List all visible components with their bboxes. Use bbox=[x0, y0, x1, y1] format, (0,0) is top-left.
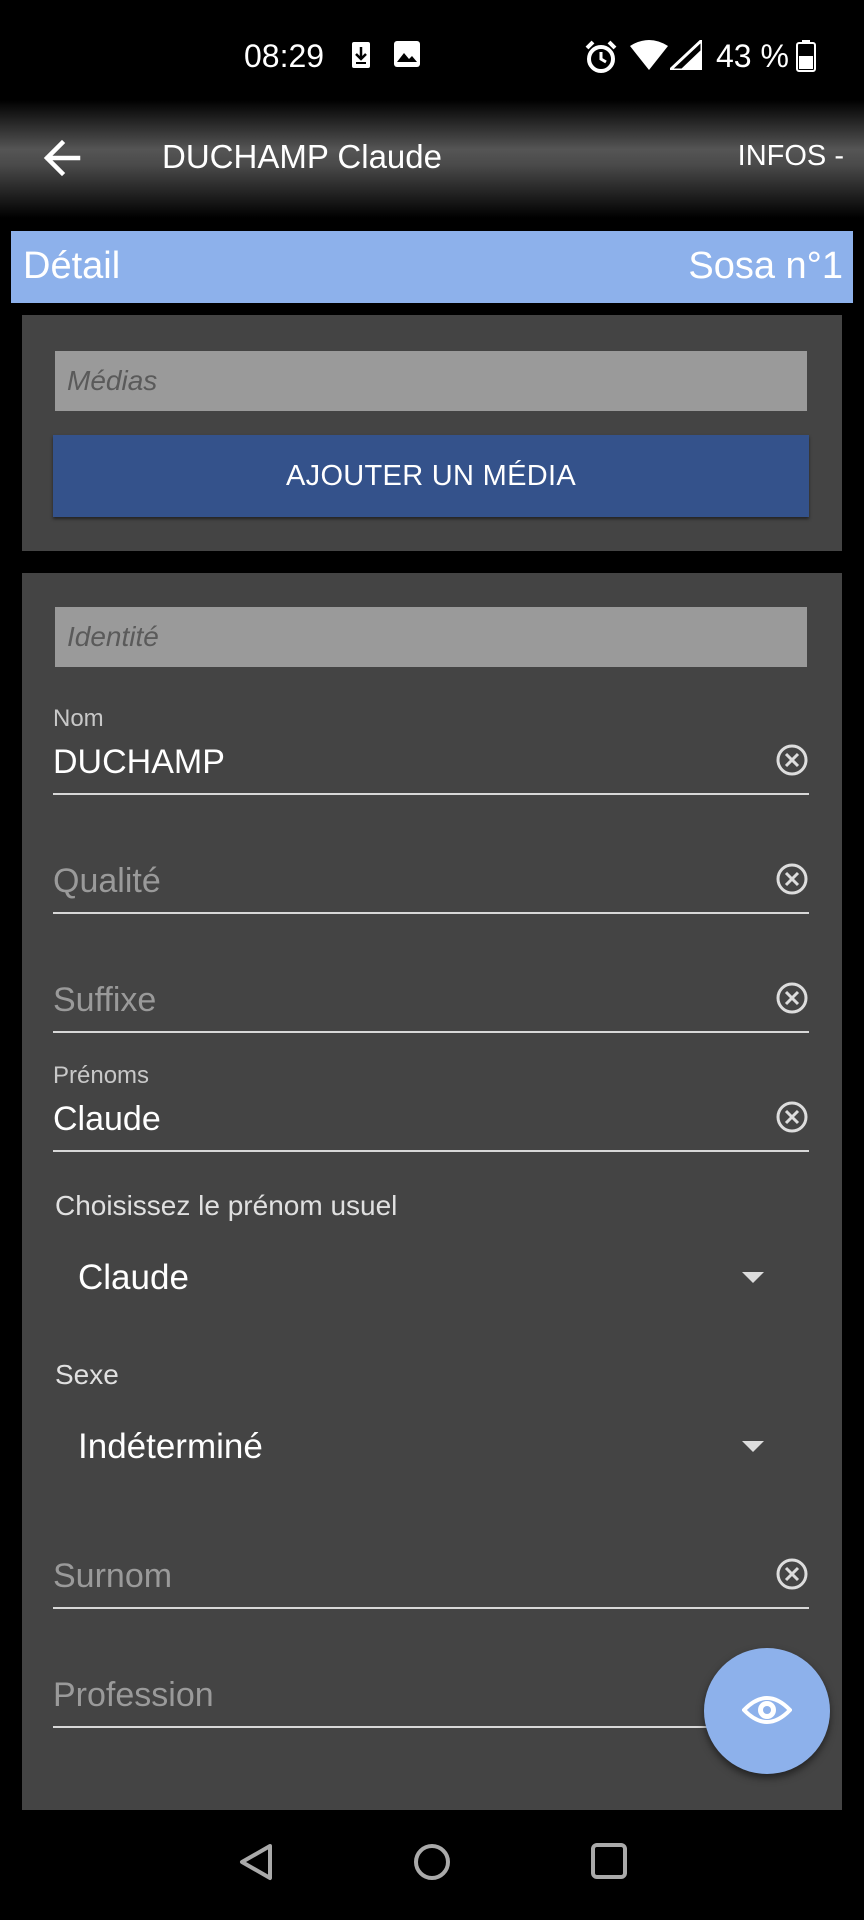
signal-icon bbox=[666, 36, 704, 75]
identity-card: Identité Nom DUCHAMP Qualité Suffixe Pré… bbox=[22, 573, 842, 1810]
scroll-content[interactable]: Médias AJOUTER UN MÉDIA Identité Nom DUC… bbox=[0, 303, 864, 1810]
nom-label: Nom bbox=[53, 705, 104, 732]
recents-square-icon[interactable] bbox=[590, 1842, 628, 1885]
eye-icon bbox=[742, 1696, 792, 1724]
surnom-underline bbox=[53, 1607, 809, 1609]
clear-icon[interactable] bbox=[775, 1557, 809, 1591]
profession-field[interactable]: Profession bbox=[53, 1638, 809, 1728]
media-card: Médias AJOUTER UN MÉDIA bbox=[22, 315, 842, 551]
prenom-usuel-value[interactable]: Claude bbox=[78, 1258, 189, 1298]
home-circle-icon[interactable] bbox=[412, 1842, 452, 1887]
nom-value[interactable]: DUCHAMP bbox=[53, 743, 225, 782]
suffixe-underline bbox=[53, 1031, 809, 1033]
dropdown-arrow-icon[interactable] bbox=[742, 1441, 764, 1452]
prenoms-underline bbox=[53, 1150, 809, 1152]
prenom-usuel-select[interactable]: Claude bbox=[53, 1242, 809, 1312]
download-icon bbox=[350, 40, 372, 75]
app-title: DUCHAMP Claude bbox=[162, 138, 442, 175]
infos-menu-button[interactable]: INFOS - bbox=[738, 140, 844, 173]
clear-icon[interactable] bbox=[775, 862, 809, 896]
back-triangle-icon[interactable] bbox=[238, 1842, 274, 1887]
system-nav-bar bbox=[0, 1810, 864, 1920]
clear-icon[interactable] bbox=[775, 981, 809, 1015]
surnom-placeholder[interactable]: Surnom bbox=[53, 1557, 172, 1596]
sexe-label: Sexe bbox=[55, 1359, 119, 1390]
detail-title: Détail bbox=[23, 245, 121, 287]
qualite-underline bbox=[53, 912, 809, 914]
image-icon bbox=[393, 40, 421, 73]
prenoms-label: Prénoms bbox=[53, 1062, 150, 1089]
prenoms-field[interactable]: Prénoms Claude bbox=[53, 1062, 809, 1152]
suffixe-field[interactable]: Suffixe bbox=[53, 943, 809, 1033]
arrow-left-icon bbox=[43, 139, 81, 177]
nom-field[interactable]: Nom DUCHAMP bbox=[53, 705, 809, 795]
detail-header: Détail Sosa n°1 bbox=[11, 231, 853, 303]
app-bar: DUCHAMP Claude INFOS - bbox=[0, 100, 864, 218]
alarm-icon bbox=[584, 40, 618, 79]
back-button[interactable] bbox=[38, 132, 90, 184]
profession-placeholder[interactable]: Profession bbox=[53, 1676, 214, 1715]
profession-underline bbox=[53, 1726, 809, 1728]
add-media-button[interactable]: AJOUTER UN MÉDIA bbox=[53, 435, 809, 517]
sosa-number: Sosa n°1 bbox=[688, 245, 843, 287]
prenom-usuel-label: Choisissez le prénom usuel bbox=[55, 1190, 398, 1221]
status-bar: 08:29 43 % bbox=[0, 0, 864, 110]
battery-percent: 43 % bbox=[716, 38, 789, 74]
status-time: 08:29 bbox=[244, 38, 325, 74]
sexe-select[interactable]: Indéterminé bbox=[53, 1411, 809, 1481]
clear-icon[interactable] bbox=[775, 743, 809, 777]
wifi-icon bbox=[630, 40, 668, 75]
preview-fab-button[interactable] bbox=[704, 1648, 830, 1774]
suffixe-placeholder[interactable]: Suffixe bbox=[53, 981, 156, 1020]
clear-icon[interactable] bbox=[775, 1100, 809, 1134]
prenoms-value[interactable]: Claude bbox=[53, 1100, 161, 1139]
battery-icon bbox=[796, 40, 816, 77]
dropdown-arrow-icon[interactable] bbox=[742, 1272, 764, 1283]
media-section-title: Médias bbox=[67, 365, 158, 396]
identity-section-header: Identité bbox=[55, 607, 807, 667]
surnom-field[interactable]: Surnom bbox=[53, 1519, 809, 1609]
sexe-value[interactable]: Indéterminé bbox=[78, 1427, 263, 1467]
qualite-placeholder[interactable]: Qualité bbox=[53, 862, 161, 901]
identity-section-title: Identité bbox=[67, 621, 159, 652]
nom-underline bbox=[53, 793, 809, 795]
media-section-header: Médias bbox=[55, 351, 807, 411]
qualite-field[interactable]: Qualité bbox=[53, 824, 809, 914]
